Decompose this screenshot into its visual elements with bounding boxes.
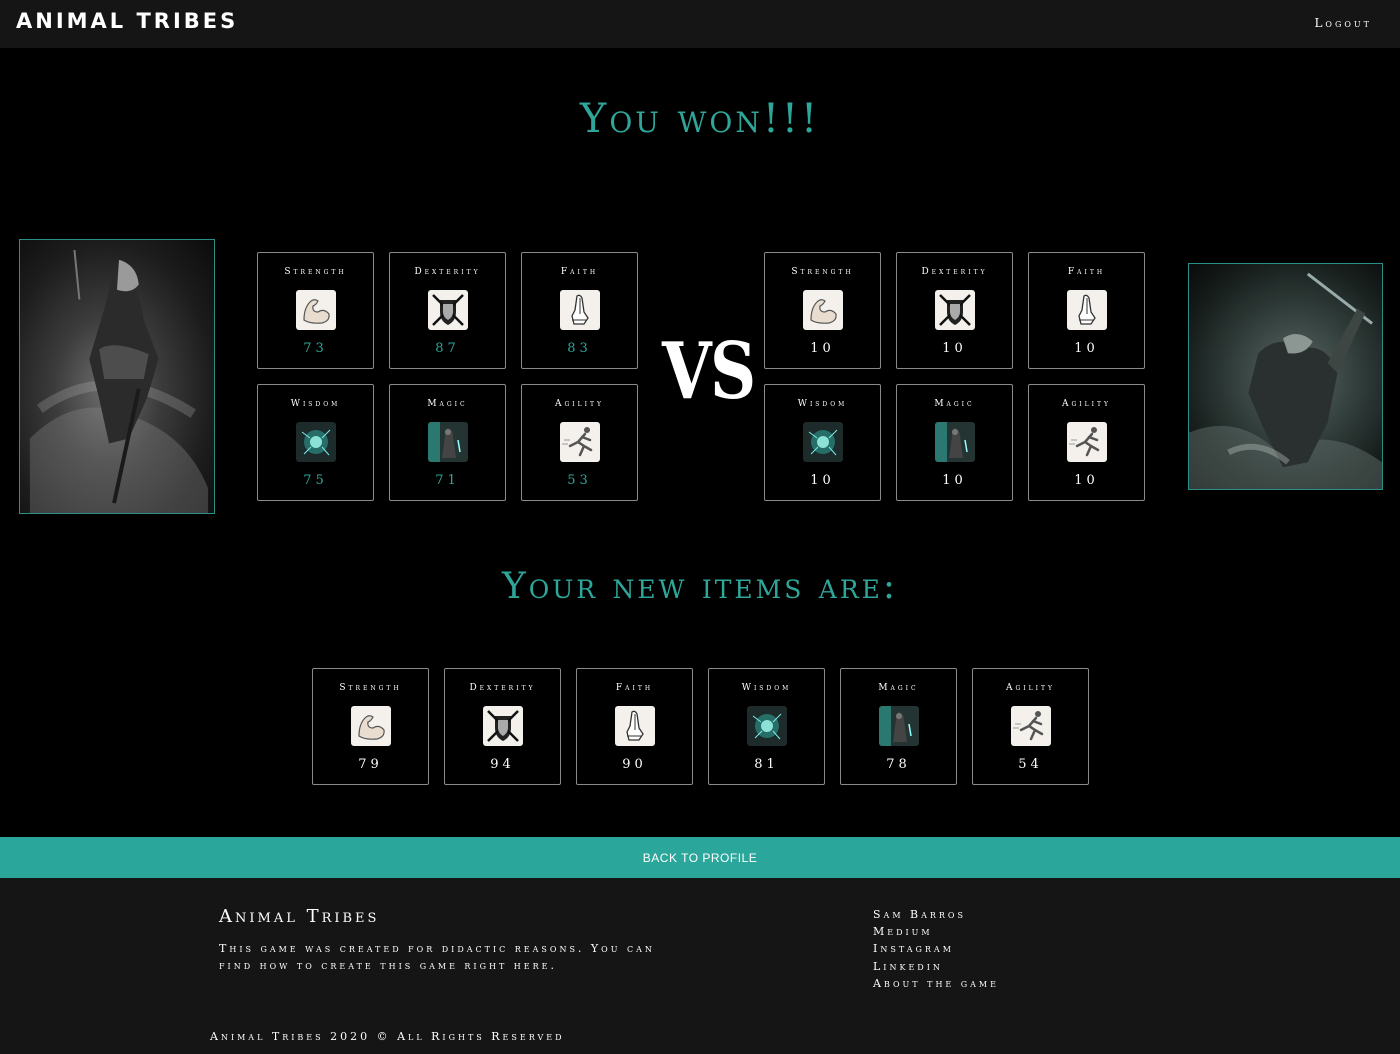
footer-title: Animal Tribes	[219, 906, 380, 927]
stat-label: Faith	[1067, 267, 1106, 277]
player-stat-card-faith: Faith 83	[521, 252, 638, 369]
item-label: Agility	[1006, 683, 1055, 693]
opponent-stat-card-magic: Magic 10	[896, 384, 1013, 501]
footer-links: Sam Barros Medium Instagram Linkedin Abo…	[873, 906, 999, 992]
opponent-stat-card-dexterity: Dexterity 10	[896, 252, 1013, 369]
item-card-magic: Magic 78	[840, 668, 957, 785]
footer-description: This game was created for didactic reaso…	[219, 942, 655, 972]
stat-value: 73	[303, 341, 328, 356]
flexed-arm-icon	[351, 706, 391, 746]
player-stat-card-wisdom: Wisdom 75	[257, 384, 374, 501]
stat-label: Dexterity	[921, 267, 988, 277]
item-value: 78	[886, 757, 911, 772]
footer-copyright: Animal Tribes 2020 © All Rights Reserved	[210, 1030, 565, 1043]
flexed-arm-icon	[803, 290, 843, 330]
player-stat-card-agility: Agility 53	[521, 384, 638, 501]
crossed-swords-shield-icon	[428, 290, 468, 330]
top-navbar: ANIMAL TRIBES Logout	[0, 0, 1400, 48]
stat-value: 10	[942, 473, 967, 488]
logout-link[interactable]: Logout	[1314, 16, 1372, 30]
versus-label: VS	[662, 326, 756, 417]
stat-label: Dexterity	[414, 267, 481, 277]
player-stat-card-strength: Strength 73	[257, 252, 374, 369]
brand-logo[interactable]: ANIMAL TRIBES	[16, 9, 238, 33]
new-items-row: Strength 79 Dexterity 94 Faith 90 Wisdom…	[312, 668, 1089, 785]
mage-figure-icon	[428, 422, 468, 462]
runner-icon	[560, 422, 600, 462]
stat-value: 87	[435, 341, 460, 356]
praying-hands-icon	[1067, 290, 1107, 330]
back-to-profile-button[interactable]: BACK TO PROFILE	[0, 837, 1400, 878]
stat-value: 10	[1074, 473, 1099, 488]
opponent-stat-card-agility: Agility 10	[1028, 384, 1145, 501]
player-stat-card-magic: Magic 71	[389, 384, 506, 501]
stat-value: 10	[942, 341, 967, 356]
glowing-orb-icon	[747, 706, 787, 746]
item-value: 94	[490, 757, 515, 772]
item-value: 90	[622, 757, 647, 772]
stat-value: 83	[567, 341, 592, 356]
stat-label: Strength	[791, 267, 854, 277]
glowing-orb-icon	[296, 422, 336, 462]
glowing-orb-icon	[803, 422, 843, 462]
item-card-wisdom: Wisdom 81	[708, 668, 825, 785]
stat-label: Wisdom	[290, 399, 341, 409]
opponent-character-portrait	[1188, 263, 1383, 490]
opponent-stats-grid: Strength 10 Dexterity 10 Faith 10 Wisdom…	[764, 252, 1145, 501]
stat-label: Strength	[284, 267, 347, 277]
item-card-dexterity: Dexterity 94	[444, 668, 561, 785]
player-stat-card-dexterity: Dexterity 87	[389, 252, 506, 369]
mage-figure-icon	[879, 706, 919, 746]
item-label: Strength	[339, 683, 402, 693]
item-label: Magic	[878, 683, 919, 693]
praying-hands-icon	[615, 706, 655, 746]
battle-result-title: You won!!!	[579, 96, 821, 142]
footer-link-medium[interactable]: Medium	[873, 923, 999, 940]
footer-link-linkedin[interactable]: Linkedin	[873, 958, 999, 975]
stat-label: Wisdom	[797, 399, 848, 409]
crossed-swords-shield-icon	[935, 290, 975, 330]
item-value: 81	[754, 757, 779, 772]
opponent-stat-card-wisdom: Wisdom 10	[764, 384, 881, 501]
new-items-title: Your new items are:	[501, 566, 899, 607]
flexed-arm-icon	[296, 290, 336, 330]
item-card-faith: Faith 90	[576, 668, 693, 785]
item-card-agility: Agility 54	[972, 668, 1089, 785]
stat-label: Magic	[427, 399, 468, 409]
stat-value: 10	[810, 341, 835, 356]
item-card-strength: Strength 79	[312, 668, 429, 785]
footer: Animal Tribes This game was created for …	[0, 878, 1400, 1054]
opponent-stat-card-faith: Faith 10	[1028, 252, 1145, 369]
item-label: Dexterity	[469, 683, 536, 693]
item-value: 54	[1018, 757, 1043, 772]
item-label: Wisdom	[741, 683, 792, 693]
opponent-stat-card-strength: Strength 10	[764, 252, 881, 369]
crossed-swords-shield-icon	[483, 706, 523, 746]
stat-label: Magic	[934, 399, 975, 409]
stat-label: Agility	[555, 399, 604, 409]
mage-figure-icon	[935, 422, 975, 462]
footer-link-instagram[interactable]: Instagram	[873, 940, 999, 957]
stat-value: 53	[567, 473, 592, 488]
player-stats-grid: Strength 73 Dexterity 87 Faith 83 Wisdom…	[257, 252, 638, 501]
footer-link-sam-barros[interactable]: Sam Barros	[873, 906, 999, 923]
stat-value: 75	[303, 473, 328, 488]
praying-hands-icon	[560, 290, 600, 330]
runner-icon	[1067, 422, 1107, 462]
item-label: Faith	[615, 683, 654, 693]
stat-label: Faith	[560, 267, 599, 277]
runner-icon	[1011, 706, 1051, 746]
player-character-portrait	[19, 239, 215, 514]
footer-link-about[interactable]: About the game	[873, 975, 999, 992]
stat-value: 71	[435, 473, 460, 488]
stat-label: Agility	[1062, 399, 1111, 409]
item-value: 79	[358, 757, 383, 772]
stat-value: 10	[810, 473, 835, 488]
stat-value: 10	[1074, 341, 1099, 356]
